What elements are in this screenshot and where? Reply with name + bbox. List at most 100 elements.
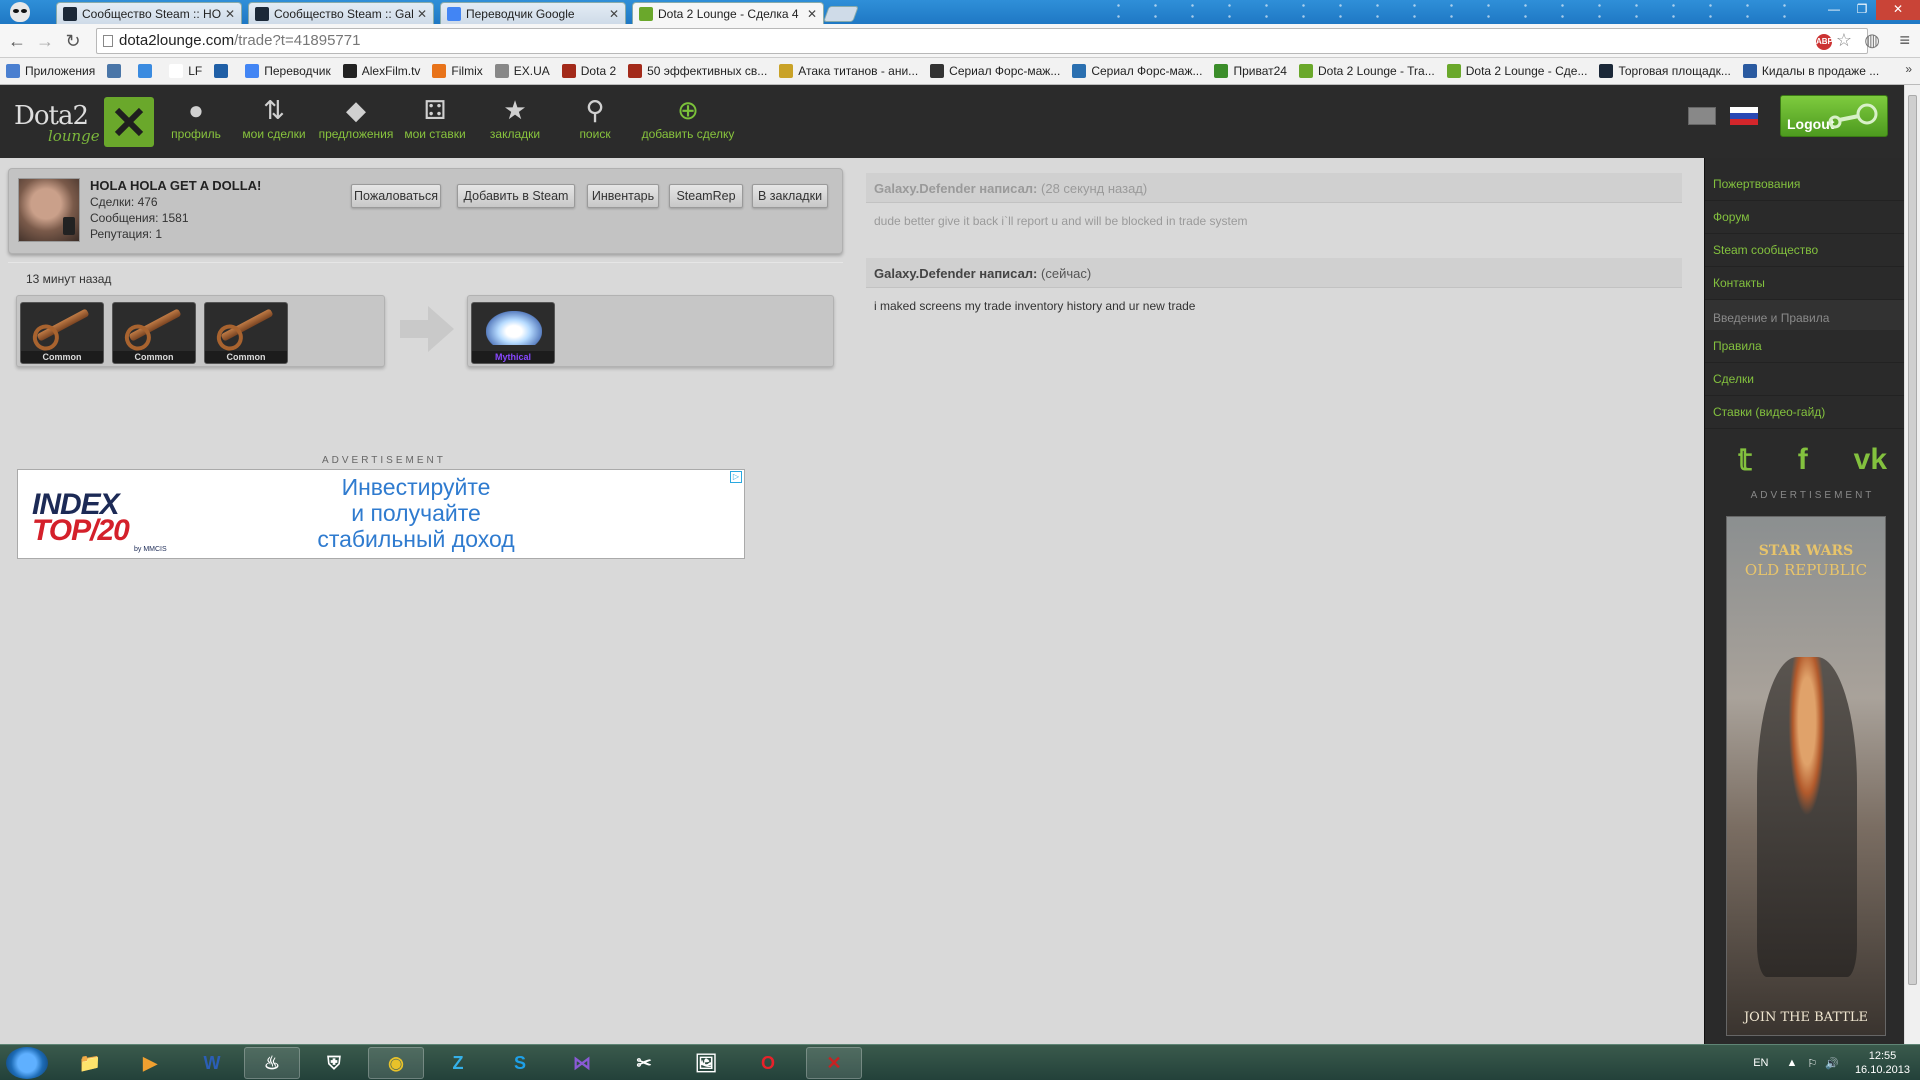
bookmark-item[interactable]: EX.UA [494, 64, 550, 78]
sidebar-link-forum[interactable]: Форум [1705, 201, 1920, 234]
start-button[interactable] [6, 1047, 48, 1079]
language-flag-russia[interactable] [1730, 107, 1758, 125]
tray-expand-icon[interactable]: ▲ [1786, 1057, 1797, 1069]
bookmark-button[interactable]: В закладки [752, 184, 828, 208]
sidebar-link-donations[interactable]: Пожертвования [1705, 168, 1920, 201]
bookmark-item[interactable] [214, 64, 233, 78]
extension-icon[interactable]: ◍ [1864, 30, 1880, 51]
sidebar-link-steam-community[interactable]: Steam сообщество [1705, 234, 1920, 267]
comment-author[interactable]: Galaxy.Defender написал: [874, 266, 1037, 281]
bookmark-item[interactable]: Dota 2 [561, 64, 616, 78]
steamrep-button[interactable]: SteamRep [669, 184, 743, 208]
browser-tab-4[interactable]: Dota 2 Lounge - Сделка 4 ✕ [632, 2, 824, 24]
adchoices-icon[interactable]: ▷ [730, 471, 742, 483]
page-scrollbar[interactable] [1904, 85, 1920, 1044]
paint-icon[interactable]: 🖼 [678, 1047, 734, 1079]
logout-button[interactable]: Logout [1780, 95, 1888, 137]
bookmark-item[interactable]: Приложения [6, 64, 95, 78]
sidebar-link-contacts[interactable]: Контакты [1705, 267, 1920, 300]
sidebar-link-bets-guide[interactable]: Ставки (видео-гайд) [1705, 396, 1920, 429]
bookmark-item[interactable]: Торговая площадк... [1599, 64, 1731, 78]
nav-profile[interactable]: ● профиль [162, 93, 230, 142]
close-tab-icon[interactable]: ✕ [807, 7, 817, 21]
explorer-icon[interactable]: 📁 [62, 1047, 118, 1079]
bookmark-item[interactable] [107, 64, 126, 78]
ad-banner[interactable]: INDEX TOP/20 by MMCIS Инвестируйте и пол… [17, 469, 745, 559]
steam-icon[interactable]: ♨ [244, 1047, 300, 1079]
bookmark-item[interactable]: Переводчик [245, 64, 331, 78]
item-key-common[interactable]: Common [204, 302, 288, 364]
report-button[interactable]: Пожаловаться [351, 184, 441, 208]
bookmark-favicon-icon [930, 64, 945, 78]
twitter-icon[interactable]: 𝕥 [1738, 443, 1752, 478]
bookmark-item[interactable]: Сериал Форс-маж... [1072, 64, 1202, 78]
bookmark-item[interactable]: LF [169, 64, 202, 78]
browser-tab-3[interactable]: Переводчик Google ✕ [440, 2, 626, 24]
nav-my-trades[interactable]: ⇅ мои сделки [236, 93, 312, 142]
bookmark-item[interactable]: Кидалы в продаже ... [1742, 64, 1879, 78]
nav-search[interactable]: ⚲ поиск [560, 93, 630, 142]
vk-icon[interactable]: vk [1854, 443, 1887, 478]
bookmark-item[interactable]: Dota 2 Lounge - Tra... [1298, 64, 1435, 78]
item-key-common[interactable]: Common [112, 302, 196, 364]
minimize-icon[interactable]: — [1820, 0, 1848, 20]
visual-studio-icon[interactable]: ⋈ [554, 1047, 610, 1079]
comment-item: Galaxy.Defender написал: (28 секунд наза… [866, 173, 1682, 239]
reload-icon[interactable]: ↻ [62, 30, 84, 52]
forward-arrow-icon[interactable]: → [34, 30, 56, 52]
bookmark-item[interactable] [138, 64, 157, 78]
close-tab-icon[interactable]: ✕ [225, 7, 235, 21]
avatar[interactable] [18, 178, 80, 242]
add-to-steam-button[interactable]: Добавить в Steam [457, 184, 575, 208]
facebook-icon[interactable]: f [1798, 443, 1808, 478]
back-arrow-icon[interactable]: ← [6, 30, 28, 52]
bookmark-item[interactable]: 50 эффективных св... [628, 64, 767, 78]
language-flag-unknown[interactable] [1688, 107, 1716, 125]
bookmark-item[interactable]: Сериал Форс-маж... [930, 64, 1060, 78]
bookmark-star-icon[interactable]: ☆ [1836, 30, 1852, 51]
trader-name[interactable]: HOLA HOLA GET A DOLLA! [90, 178, 261, 193]
address-bar[interactable]: dota2lounge.com/trade?t=41895771 [96, 28, 1868, 54]
opera-icon[interactable]: O [740, 1047, 796, 1079]
browser-tab-1[interactable]: Сообщество Steam :: HO ✕ [56, 2, 242, 24]
bookmark-item[interactable]: Dota 2 Lounge - Сде... [1446, 64, 1587, 78]
world-of-tanks-icon[interactable]: ⛨ [306, 1047, 362, 1079]
sidebar-ad-banner[interactable]: STAR WARS OLD REPUBLIC JOIN THE BATTLE [1726, 516, 1886, 1036]
close-tab-icon[interactable]: ✕ [417, 7, 427, 21]
scrollbar-thumb[interactable] [1908, 95, 1917, 985]
bookmark-item[interactable]: Атака титанов - ани... [779, 64, 918, 78]
tool-icon[interactable]: ✂ [616, 1047, 672, 1079]
bookmark-item[interactable]: Filmix [432, 64, 483, 78]
close-window-icon[interactable]: ✕ [1876, 0, 1920, 20]
item-mythical[interactable]: Mythical [471, 302, 555, 364]
comment-author[interactable]: Galaxy.Defender написал: [874, 181, 1037, 196]
inventory-button[interactable]: Инвентарь [587, 184, 659, 208]
item-key-common[interactable]: Common [20, 302, 104, 364]
word-icon[interactable]: W [184, 1047, 240, 1079]
bookmark-item[interactable]: Приват24 [1214, 64, 1287, 78]
close-tab-icon[interactable]: ✕ [609, 7, 619, 21]
nav-add-trade[interactable]: ⊕ добавить сделку [636, 93, 740, 142]
volume-icon[interactable]: 🔊 [1825, 1057, 1839, 1070]
skype-icon[interactable]: S [492, 1047, 548, 1079]
bookmarks-overflow-icon[interactable]: » [1905, 62, 1912, 76]
chrome-icon[interactable]: ◉ [368, 1047, 424, 1079]
language-indicator[interactable]: EN [1753, 1057, 1768, 1069]
sidebar-link-trades[interactable]: Сделки [1705, 363, 1920, 396]
clock[interactable]: 12:55 16.10.2013 [1855, 1049, 1910, 1077]
media-player-icon[interactable]: ▶ [122, 1047, 178, 1079]
sidebar-link-rules[interactable]: Правила [1705, 330, 1920, 363]
nav-bookmarks[interactable]: ★ закладки [480, 93, 550, 142]
zona-icon[interactable]: Z [430, 1047, 486, 1079]
nav-offers[interactable]: ◆ предложения [316, 93, 396, 142]
restore-icon[interactable]: ❐ [1848, 0, 1876, 20]
bookmark-item[interactable]: AlexFilm.tv [342, 64, 420, 78]
dota2lounge-logo[interactable]: Dota2 lounge [12, 97, 156, 147]
chrome-menu-icon[interactable]: ≡ [1899, 30, 1910, 51]
network-icon[interactable]: ⚐ [1807, 1057, 1817, 1070]
new-tab-button[interactable] [823, 6, 859, 22]
nav-my-bets[interactable]: ⚃ мои ставки [400, 93, 470, 142]
adblock-icon[interactable]: ABP [1816, 34, 1833, 50]
dota2-icon[interactable]: ✕ [806, 1047, 862, 1079]
browser-tab-2[interactable]: Сообщество Steam :: Gal ✕ [248, 2, 434, 24]
